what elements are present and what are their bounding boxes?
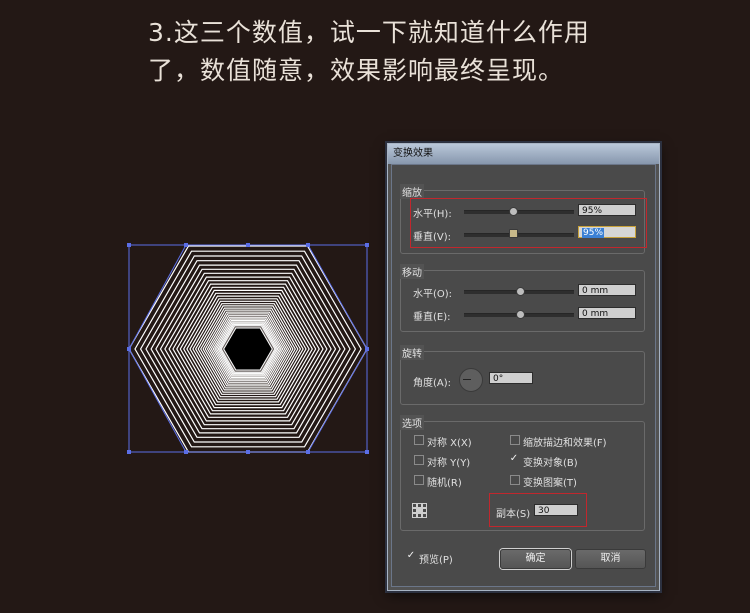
hexagon-artwork[interactable] [118,234,380,466]
selection-handle[interactable] [127,450,131,454]
move-group-title: 移动 [400,264,424,279]
angle-label: 角度(A): [413,378,452,389]
angle-field[interactable]: 0° [489,372,533,384]
options-group-title: 选项 [400,415,424,430]
move-vertical-slider[interactable] [464,310,574,319]
selection-handle[interactable] [127,243,131,247]
selection-handle[interactable] [306,450,310,454]
caption-line-1: 3.这三个数值，试一下就知道什么作用 [148,18,590,47]
scale-horizontal-slider-knob[interactable] [509,207,518,216]
selection-handle[interactable] [365,347,369,351]
move-vertical-label: 垂直(E): [413,312,451,323]
preview-checkmark-icon[interactable]: ✓ [406,551,416,561]
scale-strokes-checkbox[interactable] [510,435,520,445]
scale-strokes-label[interactable]: 缩放描边和效果(F) [523,434,607,449]
move-vertical-field[interactable]: 0 mm [578,307,636,319]
ok-button[interactable]: 确定 [500,549,571,569]
selection-handle[interactable] [365,243,369,247]
move-horizontal-field[interactable]: 0 mm [578,284,636,296]
transform-effect-dialog: 变换效果 缩放 水平(H): 95% 垂直(V): 95% 移动 水平(O): … [387,143,660,591]
rotate-group-title: 旋转 [400,345,424,360]
move-horizontal-slider-knob[interactable] [516,287,525,296]
selection-handle[interactable] [184,243,188,247]
transform-objects-label[interactable]: 变换对象(B) [523,454,578,469]
cancel-button[interactable]: 取消 [575,549,646,569]
scale-vertical-field[interactable]: 95% [578,226,636,238]
random-checkbox[interactable] [414,475,424,485]
scale-group-title: 缩放 [400,184,424,199]
scale-vertical-slider-knob[interactable] [509,229,518,238]
move-horizontal-slider[interactable] [464,287,574,296]
reflect-x-checkbox[interactable] [414,435,424,445]
scale-horizontal-slider[interactable] [464,207,574,216]
instruction-caption: 3.这三个数值，试一下就知道什么作用 了，数值随意，效果影响最终呈现。 [148,14,708,90]
angle-dial[interactable] [459,368,483,392]
preview-label[interactable]: 预览(P) [419,551,453,566]
reflect-y-label[interactable]: 对称 Y(Y) [427,454,470,469]
scale-vertical-label: 垂直(V): [413,232,452,243]
selection-handle[interactable] [246,450,250,454]
random-label[interactable]: 随机(R) [427,474,462,489]
copies-label: 副本(S) [496,509,531,520]
selection-handle[interactable] [306,243,310,247]
reference-point-grid-icon[interactable] [412,503,427,518]
scale-vertical-slider[interactable] [464,229,574,238]
scale-vertical-selected-text: 95% [582,228,605,238]
move-horizontal-label: 水平(O): [413,289,453,300]
move-vertical-slider-knob[interactable] [516,310,525,319]
selection-handle[interactable] [246,243,250,247]
selection-handle[interactable] [365,450,369,454]
selection-handle[interactable] [184,450,188,454]
reflect-y-checkbox[interactable] [414,455,424,465]
selection-handle[interactable] [127,347,131,351]
dialog-title[interactable]: 变换效果 [388,144,659,164]
reflect-x-label[interactable]: 对称 X(X) [427,434,472,449]
copies-field[interactable]: 30 [534,504,578,516]
transform-patterns-checkbox[interactable] [510,475,520,485]
transform-objects-checkmark-icon[interactable]: ✓ [509,454,519,464]
caption-line-2: 了，数值随意，效果影响最终呈现。 [148,56,565,85]
scale-horizontal-field[interactable]: 95% [578,204,636,216]
scale-horizontal-label: 水平(H): [413,209,452,220]
transform-patterns-label[interactable]: 变换图案(T) [523,474,577,489]
